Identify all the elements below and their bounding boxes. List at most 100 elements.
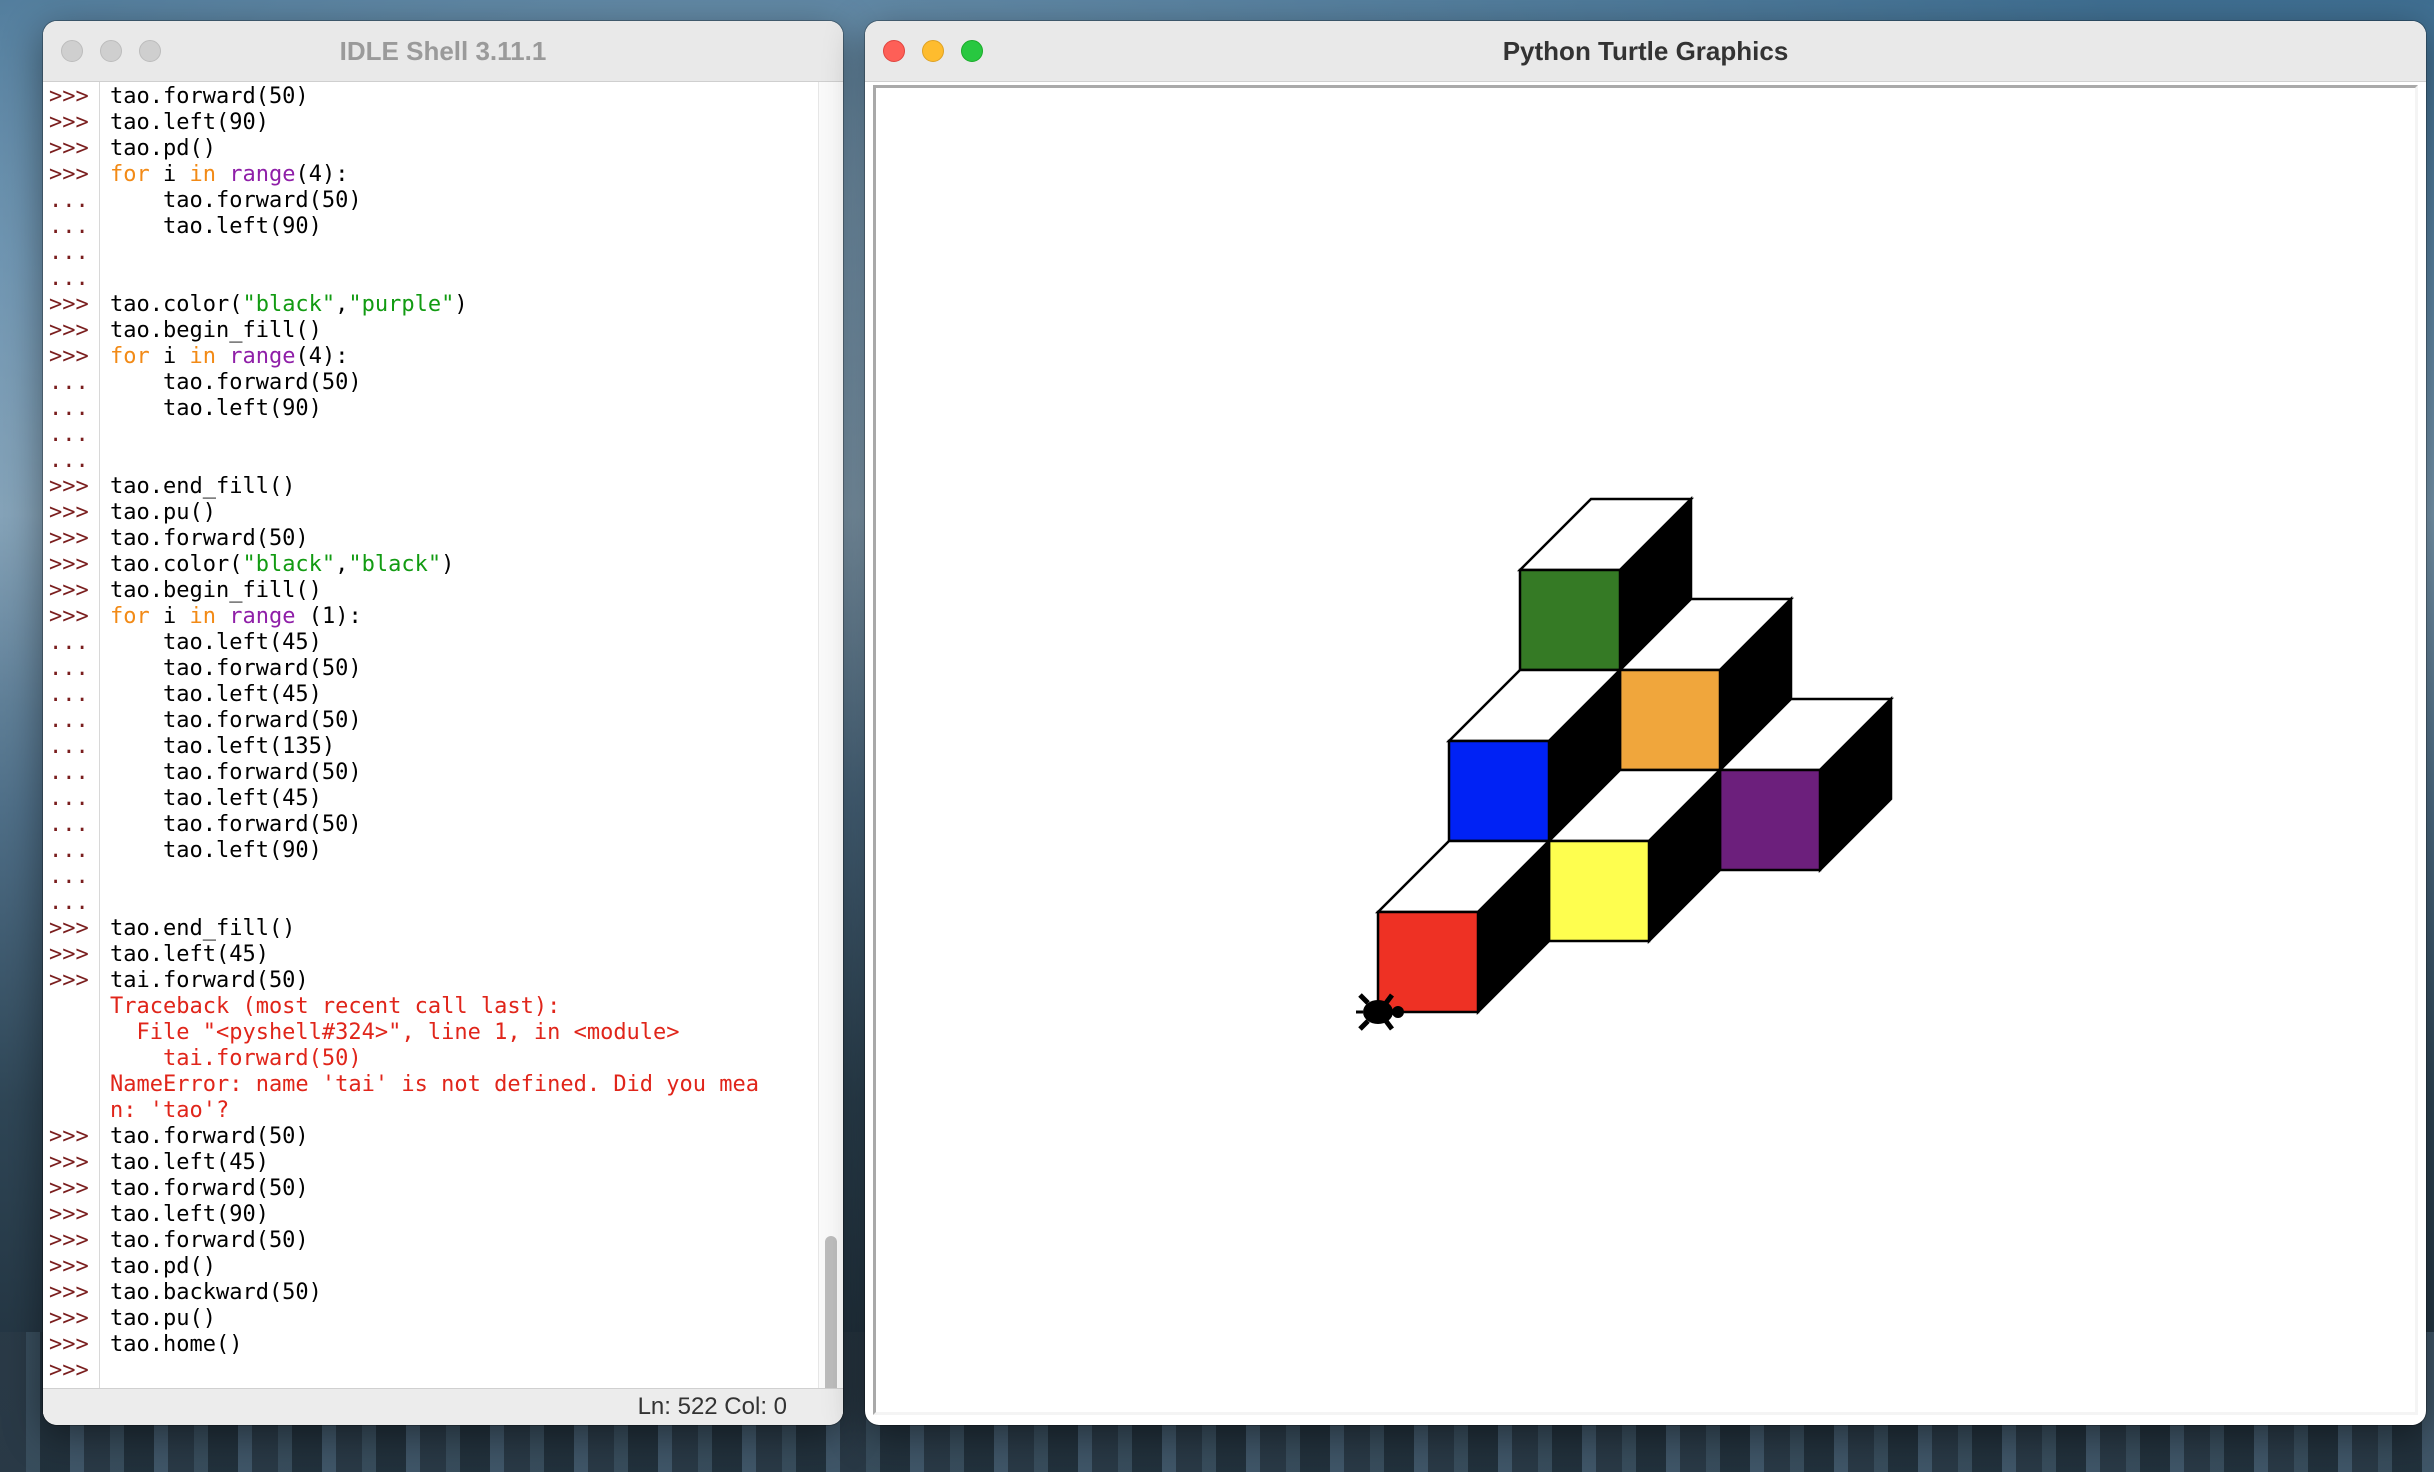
shell-code: tao.pu() bbox=[110, 500, 216, 526]
shell-code: tao.forward(50) bbox=[110, 1228, 309, 1254]
shell-prompt: >>> bbox=[49, 604, 89, 629]
code-token: tao.forward(50) bbox=[110, 1124, 309, 1149]
code-token: (4): bbox=[295, 344, 349, 369]
code-token: , bbox=[335, 292, 349, 317]
code-token: tao.color( bbox=[110, 292, 243, 317]
shell-prompt: >>> bbox=[49, 1254, 89, 1279]
shell-prompt: ... bbox=[49, 838, 89, 863]
status-bar: Ln: 522 Col: 0 bbox=[43, 1388, 843, 1425]
shell-prompt: ... bbox=[49, 708, 89, 733]
shell-prompt: ... bbox=[49, 396, 89, 421]
code-token: (1): bbox=[295, 604, 362, 629]
shell-prompt: ... bbox=[49, 812, 89, 837]
shell-code: tao.backward(50) bbox=[110, 1280, 322, 1306]
code-token: tao.left(90) bbox=[110, 838, 322, 863]
code-token: tao.left(45) bbox=[110, 682, 322, 707]
code-token: tao.home() bbox=[110, 1332, 243, 1357]
code-token: in bbox=[189, 162, 217, 187]
shell-code: tao.end_fill() bbox=[110, 474, 295, 500]
code-token: range bbox=[229, 604, 296, 629]
idle-shell-window[interactable]: IDLE Shell 3.11.1 >>> tao.left(45) >>> tao.… bbox=[43, 21, 843, 1425]
code-token: for bbox=[110, 162, 150, 187]
shell-code: tao.left(45) bbox=[110, 942, 269, 968]
shell-prompt: ... bbox=[49, 760, 89, 785]
shell-code: tao.forward(50) bbox=[110, 188, 362, 214]
shell-prompt: ... bbox=[49, 734, 89, 759]
shell-code: tao.forward(50) bbox=[110, 760, 362, 786]
shell-prompt: >>> bbox=[49, 110, 89, 135]
shell-prompt: >>> bbox=[49, 500, 89, 525]
code-token: (4): bbox=[295, 162, 349, 187]
code-token: in bbox=[189, 344, 217, 369]
shell-prompt: ... bbox=[49, 422, 89, 447]
code-token: tai.forward(50) bbox=[110, 1046, 362, 1071]
shell-code: tao.forward(50) bbox=[110, 526, 309, 552]
shell-prompt: ... bbox=[49, 188, 89, 213]
scrollbar-thumb[interactable] bbox=[825, 1236, 837, 1401]
shell-text-area[interactable]: >>> tao.left(45) >>> tao.forward(50) >>> tao.… bbox=[43, 82, 818, 1415]
code-token: tao.left(45) bbox=[110, 786, 322, 811]
shell-prompt: >>> bbox=[49, 1150, 89, 1175]
idle-titlebar[interactable]: IDLE Shell 3.11.1 bbox=[43, 21, 843, 82]
code-token: tao.pd() bbox=[110, 136, 216, 161]
code-token: tao.end_fill() bbox=[110, 474, 296, 499]
shell-code: tai.forward(50) bbox=[110, 1046, 362, 1072]
vertical-scrollbar[interactable] bbox=[818, 82, 843, 1415]
shell-code: n: 'tao'? bbox=[110, 1098, 229, 1124]
shell-prompt: >>> bbox=[49, 84, 89, 109]
shell-prompt: ... bbox=[49, 656, 89, 681]
shell-code: tao.forward(50) bbox=[110, 708, 362, 734]
code-token: tao.left(90) bbox=[110, 396, 322, 421]
shell-code: tao.color("black","black") bbox=[110, 552, 454, 578]
code-token: tao.left(45) bbox=[110, 942, 269, 967]
code-token: i bbox=[149, 162, 190, 187]
shell-prompt: >>> bbox=[49, 578, 89, 603]
purple-cube-front-face bbox=[1718, 768, 1822, 872]
turtle-window-title: Python Turtle Graphics bbox=[1502, 36, 1789, 66]
code-token: tao.left(90) bbox=[110, 1202, 269, 1227]
shell-prompt: >>> bbox=[49, 526, 89, 551]
shell-code: tao.left(90) bbox=[110, 214, 322, 240]
turtle-titlebar[interactable]: Python Turtle Graphics bbox=[865, 21, 2426, 82]
shell-prompt: ... bbox=[49, 682, 89, 707]
shell-code: tao.left(45) bbox=[110, 682, 322, 708]
orange-cube-front-face bbox=[1618, 668, 1722, 772]
code-token: tao.forward(50) bbox=[110, 1228, 309, 1253]
shell-prompt: >>> bbox=[49, 136, 89, 161]
shell-code: tai.forward(50) bbox=[110, 968, 309, 994]
code-token: for bbox=[110, 604, 150, 629]
shell-prompt: >>> bbox=[49, 1280, 89, 1305]
shell-code: tao.end_fill() bbox=[110, 916, 295, 942]
shell-code: tao.begin_fill() bbox=[110, 578, 322, 604]
code-token: tao.pu() bbox=[110, 1306, 216, 1331]
code-token: in bbox=[189, 604, 217, 629]
shell-code: tao.forward(50) bbox=[110, 84, 309, 110]
shell-code: tao.forward(50) bbox=[110, 656, 362, 682]
shell-prompt: >>> bbox=[49, 1358, 89, 1383]
shell-code: tao.forward(50) bbox=[110, 370, 362, 396]
code-token: tao.forward(50) bbox=[110, 812, 362, 837]
code-token: tao.forward(50) bbox=[110, 188, 362, 213]
code-token: tao.forward(50) bbox=[110, 526, 309, 551]
shell-prompt: >>> bbox=[49, 292, 89, 317]
code-token: tao.end_fill() bbox=[110, 916, 296, 941]
turtle-canvas[interactable] bbox=[876, 88, 2415, 1412]
code-token: "purple" bbox=[348, 292, 455, 317]
shell-prompt: ... bbox=[49, 266, 89, 291]
shell-code: for i in range(4): bbox=[110, 344, 348, 370]
code-token: for bbox=[110, 344, 150, 369]
shell-code: tao.pd() bbox=[110, 1254, 216, 1280]
code-token: tao.forward(50) bbox=[110, 708, 362, 733]
shell-code: tao.forward(50) bbox=[110, 1176, 309, 1202]
shell-code: tao.left(90) bbox=[110, 838, 322, 864]
code-token: tao.forward(50) bbox=[110, 1176, 309, 1201]
shell-prompt: >>> bbox=[49, 162, 89, 187]
code-token: tao.left(45) bbox=[110, 630, 322, 655]
code-token: tao.pd() bbox=[110, 1254, 216, 1279]
code-token: tao.pu() bbox=[110, 500, 216, 525]
shell-prompt: >>> bbox=[49, 1124, 89, 1149]
code-token: tao.backward(50) bbox=[110, 1280, 322, 1305]
turtle-graphics-window[interactable]: Python Turtle Graphics bbox=[865, 21, 2426, 1425]
code-token: ) bbox=[441, 552, 455, 577]
